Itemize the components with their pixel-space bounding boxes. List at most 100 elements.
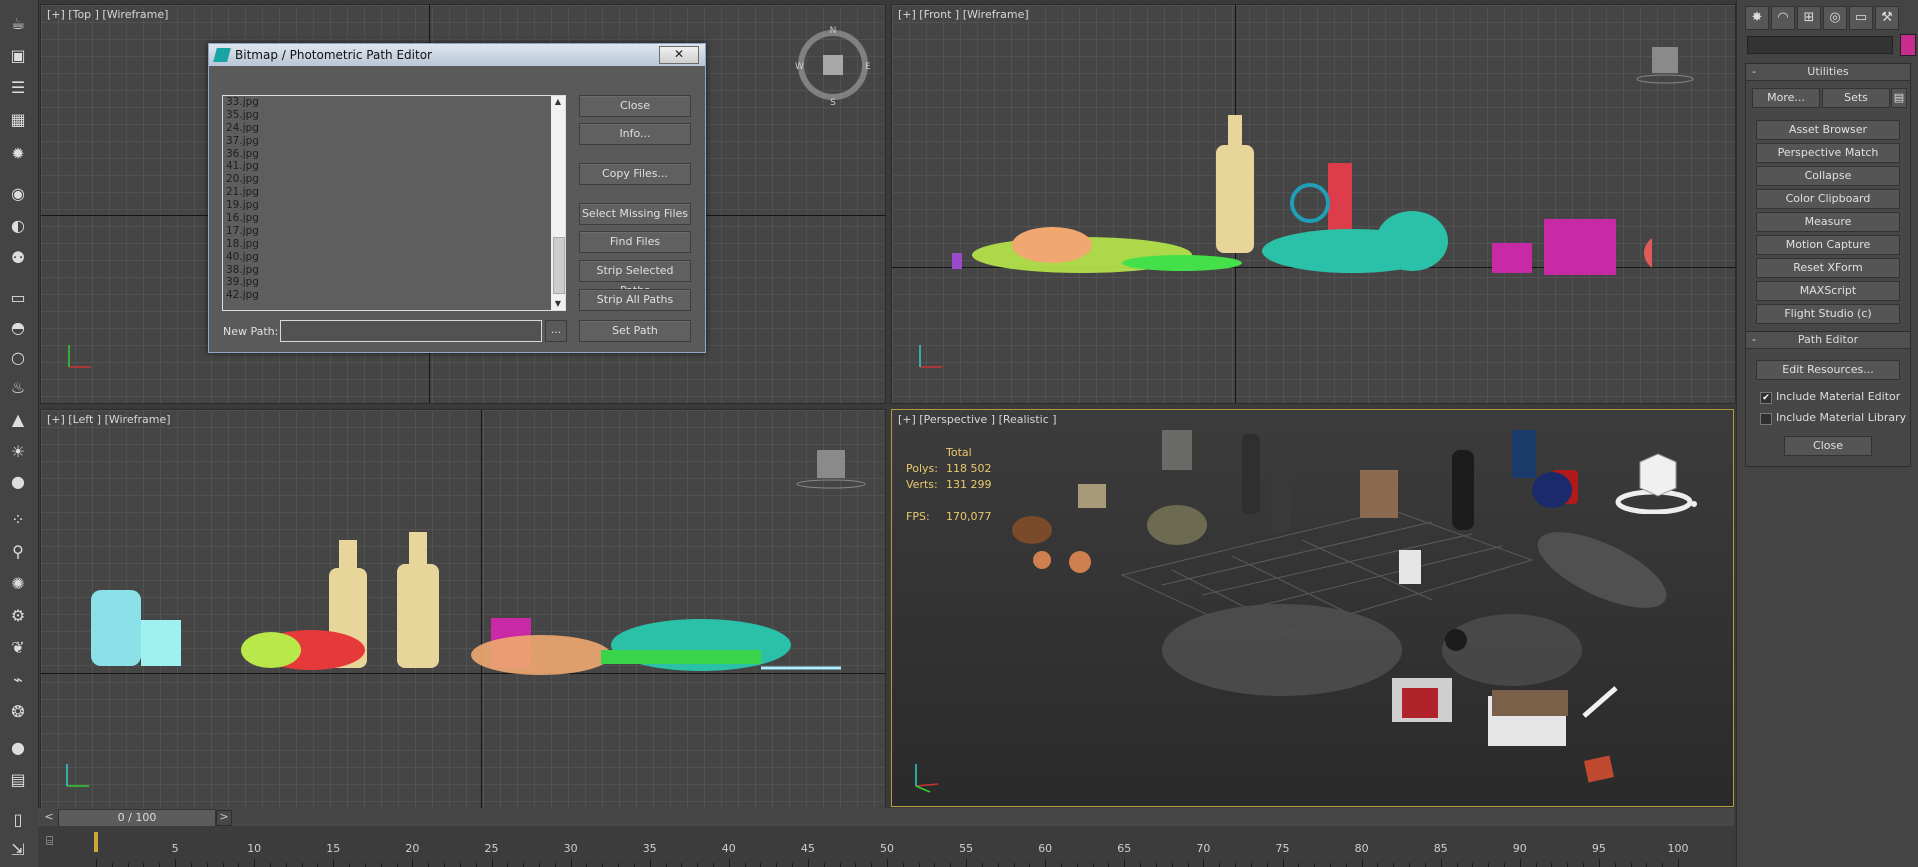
motion-icon[interactable]: ◎ — [1823, 6, 1847, 30]
file-list-item[interactable]: 36.jpg — [223, 148, 565, 161]
file-list-item[interactable]: 38.jpg — [223, 264, 565, 277]
viewport-left[interactable]: [+] [Left ] [Wireframe] — [40, 409, 886, 809]
file-list-item[interactable]: 41.jpg — [223, 160, 565, 173]
utility-button-measure[interactable]: Measure — [1756, 212, 1900, 232]
rollout-header[interactable]: - Path Editor — [1746, 332, 1910, 349]
track-bar-menu-icon[interactable]: ⌸ — [46, 834, 66, 848]
battery-icon[interactable]: ▯ — [6, 808, 30, 832]
hierarchy-icon[interactable]: ⊞ — [1797, 6, 1821, 30]
list-icon[interactable]: ☰ — [6, 76, 30, 100]
file-list-item[interactable]: 40.jpg — [223, 251, 565, 264]
file-list-item[interactable]: 37.jpg — [223, 135, 565, 148]
copy-files-button[interactable]: Copy Files... — [579, 163, 691, 185]
info-button[interactable]: Info... — [579, 123, 691, 145]
object-name-input[interactable] — [1747, 36, 1893, 54]
grid-icon[interactable]: ▦ — [6, 108, 30, 132]
render-frame-icon[interactable]: ▣ — [6, 44, 30, 68]
utilities-icon[interactable]: ⚒ — [1875, 6, 1899, 30]
utility-button-maxscript[interactable]: MAXScript — [1756, 281, 1900, 301]
track-bar[interactable]: ⌸ 5 10 15 20 25 30 35 40 45 50 55 60 65 70 75 80 85 90 95 1… — [38, 826, 1734, 867]
export-icon[interactable]: ⇲ — [6, 838, 30, 862]
utility-button-perspective-match[interactable]: Perspective Match — [1756, 143, 1900, 163]
modify-icon[interactable]: ◠ — [1771, 6, 1795, 30]
strip-all-paths-button[interactable]: Strip All Paths — [579, 289, 691, 311]
shell-icon[interactable]: ❂ — [6, 700, 30, 724]
close-button[interactable]: Close — [579, 95, 691, 117]
file-list-item[interactable]: 24.jpg — [223, 122, 565, 135]
file-list-item[interactable]: 19.jpg — [223, 199, 565, 212]
viewport-label[interactable]: [+] [Front ] [Wireframe] — [898, 8, 1029, 21]
teapot-icon[interactable]: ☕ — [6, 12, 30, 36]
sets-button[interactable]: Sets — [1822, 88, 1890, 108]
viewport-front[interactable]: [+] [Front ] [Wireframe] — [891, 4, 1736, 404]
find-files-button[interactable]: Find Files — [579, 231, 691, 253]
cone-icon[interactable]: ▲ — [6, 408, 30, 432]
bone-icon[interactable]: ⚲ — [6, 540, 30, 564]
time-marker[interactable] — [94, 832, 98, 852]
strip-selected-paths-button[interactable]: Strip Selected Paths — [579, 260, 691, 297]
teapot-small-icon[interactable]: ♨ — [6, 376, 30, 400]
file-list[interactable]: 33.jpg 35.jpg 24.jpg 37.jpg 36.jpg 41.jpg 20.j… — [222, 95, 566, 311]
particles-icon[interactable]: ⁘ — [6, 508, 30, 532]
layout-icon[interactable]: ▤ — [6, 768, 30, 792]
plant-icon[interactable]: ❦ — [6, 636, 30, 660]
file-list-item[interactable]: 42.jpg — [223, 289, 565, 302]
display-icon[interactable]: ▭ — [1849, 6, 1873, 30]
new-path-input[interactable] — [280, 320, 542, 342]
utility-button-asset-browser[interactable]: Asset Browser — [1756, 120, 1900, 140]
close-icon[interactable]: ✕ — [659, 46, 699, 64]
view-cube-icon[interactable] — [1634, 43, 1694, 85]
file-list-item[interactable]: 33.jpg — [223, 96, 565, 109]
edit-resources-button[interactable]: Edit Resources... — [1756, 360, 1900, 380]
camera-icon[interactable]: ◉ — [6, 182, 30, 206]
next-frame-button[interactable]: > — [216, 810, 232, 826]
disc-icon[interactable]: ● — [6, 470, 30, 494]
video-camera-icon[interactable]: ⚉ — [6, 246, 30, 270]
view-cube-icon[interactable] — [1614, 444, 1698, 514]
browse-button[interactable]: ... — [545, 320, 567, 342]
compass-icon[interactable]: N S W E — [791, 23, 875, 107]
viewport-label[interactable]: [+] [Left ] [Wireframe] — [47, 413, 171, 426]
space-warp-icon[interactable]: ✺ — [6, 572, 30, 596]
ball-icon[interactable]: ● — [6, 736, 30, 760]
file-list-item[interactable]: 35.jpg — [223, 109, 565, 122]
viewport-label[interactable]: [+] [Top ] [Wireframe] — [47, 8, 168, 21]
helper-icon[interactable]: ◐ — [6, 214, 30, 238]
more-button[interactable]: More... — [1752, 88, 1820, 108]
file-list-item[interactable]: 18.jpg — [223, 238, 565, 251]
file-list-item[interactable]: 39.jpg — [223, 276, 565, 289]
time-slider[interactable]: 0 / 100 — [58, 809, 216, 827]
sun-icon[interactable]: ☀ — [6, 440, 30, 464]
gear-icon[interactable]: ⚙ — [6, 604, 30, 628]
file-list-item[interactable]: 20.jpg — [223, 173, 565, 186]
hemisphere-icon[interactable]: ◓ — [6, 316, 30, 340]
utility-button-collapse[interactable]: Collapse — [1756, 166, 1900, 186]
scroll-down-icon[interactable]: ▼ — [551, 298, 565, 310]
light-bulb-icon[interactable]: ✹ — [6, 142, 30, 166]
dialog-titlebar[interactable]: Bitmap / Photometric Path Editor ✕ — [209, 44, 705, 66]
scroll-up-icon[interactable]: ▲ — [551, 96, 565, 108]
configure-sets-icon[interactable]: ▤ — [1891, 88, 1907, 108]
file-list-item[interactable]: 21.jpg — [223, 186, 565, 199]
utility-button-motion-capture[interactable]: Motion Capture — [1756, 235, 1900, 255]
sphere-icon[interactable]: ○ — [6, 346, 30, 370]
file-list-item[interactable]: 16.jpg — [223, 212, 565, 225]
rollout-header[interactable]: - Utilities — [1746, 64, 1910, 81]
select-missing-files-button[interactable]: Select Missing Files — [579, 203, 691, 225]
utility-button-color-clipboard[interactable]: Color Clipboard — [1756, 189, 1900, 209]
include-material-editor-checkbox[interactable]: ✔ — [1760, 392, 1772, 404]
box-icon[interactable]: ▭ — [6, 286, 30, 310]
hair-icon[interactable]: ⌁ — [6, 668, 30, 692]
viewport-perspective[interactable]: [+] [Perspective ] [Realistic ] Total Po… — [891, 409, 1734, 807]
object-color-swatch[interactable] — [1900, 34, 1916, 56]
scrollbar[interactable]: ▲ ▼ — [551, 96, 565, 310]
view-cube-icon[interactable] — [793, 446, 869, 490]
previous-frame-button[interactable]: < — [42, 810, 56, 824]
utility-button-reset-xform[interactable]: Reset XForm — [1756, 258, 1900, 278]
scroll-thumb[interactable] — [553, 237, 565, 294]
file-list-item[interactable]: 17.jpg — [223, 225, 565, 238]
include-material-library-checkbox[interactable] — [1760, 413, 1772, 425]
path-editor-close-button[interactable]: Close — [1784, 436, 1872, 456]
utility-button-flight-studio-c[interactable]: Flight Studio (c) — [1756, 304, 1900, 324]
set-path-button[interactable]: Set Path — [579, 320, 691, 342]
